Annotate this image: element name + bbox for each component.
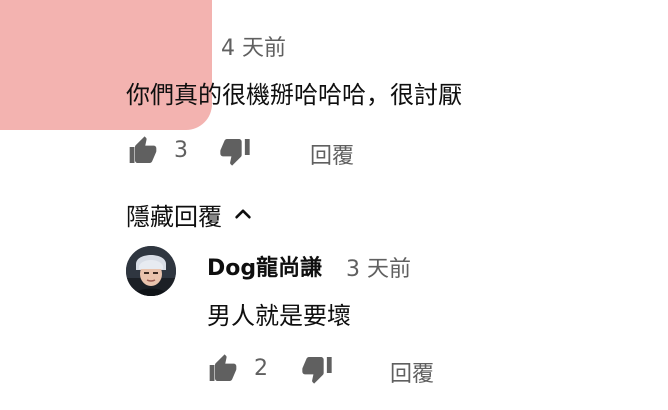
parent-like-count: 3 [174,138,188,163]
parent-timestamp[interactable]: 4 天前 [221,30,286,62]
comment-thread: 4 天前 你們真的很機掰哈哈哈，很討厭 3 回覆 隱藏回覆 Dog龍尚謙 3 天… [0,0,668,410]
reply-action-bar: 2 回覆 [206,352,506,392]
hide-replies-button[interactable]: 隱藏回覆 [126,196,254,232]
chevron-up-icon [235,209,251,219]
parent-comment-text: 你們真的很機掰哈哈哈，很討厭 [126,81,462,109]
reply-timestamp[interactable]: 3 天前 [346,251,411,283]
hide-replies-label: 隱藏回覆 [126,202,222,231]
reply-like-count: 2 [254,356,268,381]
parent-avatar[interactable] [0,0,212,130]
reply-comment-text: 男人就是要壞 [207,302,351,330]
thumbs-up-icon[interactable] [206,352,240,386]
thumbs-up-icon[interactable] [126,134,160,168]
parent-reply-button[interactable]: 回覆 [310,138,354,170]
reply-reply-button[interactable]: 回覆 [390,356,434,388]
reply-author-name[interactable]: Dog龍尚謙 [207,250,322,282]
reply-author-avatar[interactable] [126,246,176,296]
parent-action-bar: 3 回覆 [126,134,426,174]
thumbs-down-icon[interactable] [300,352,334,386]
thumbs-down-icon[interactable] [218,134,252,168]
